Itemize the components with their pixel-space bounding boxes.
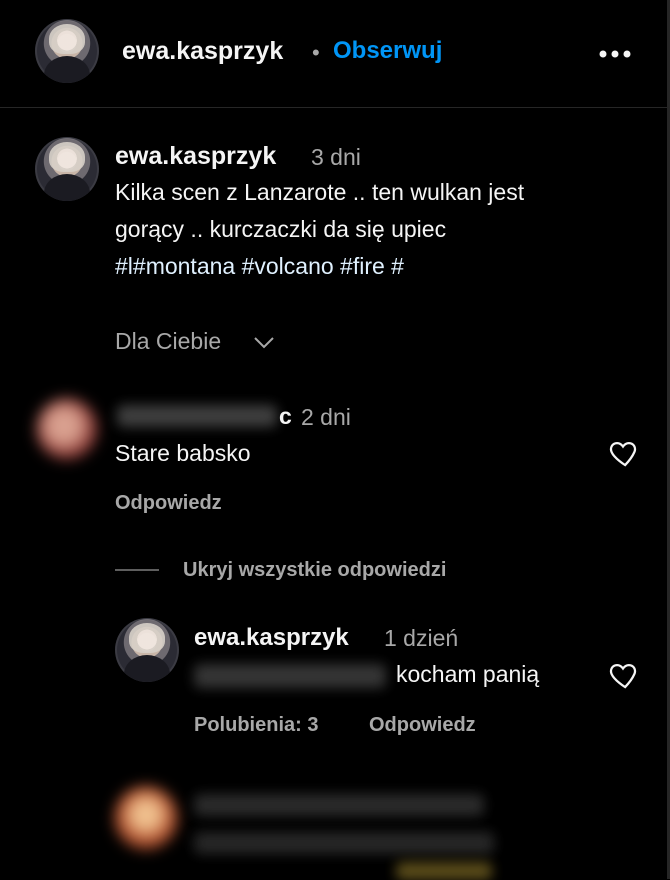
caption-username[interactable]: ewa.kasprzyk bbox=[115, 142, 276, 171]
hide-replies-button[interactable]: Ukryj wszystkie odpowiedzi bbox=[183, 559, 446, 582]
caption-avatar[interactable] bbox=[35, 137, 99, 201]
chevron-down-icon bbox=[254, 337, 274, 349]
more-icon[interactable] bbox=[597, 34, 633, 68]
caption-time: 3 dni bbox=[311, 144, 361, 170]
comment-reply-button[interactable]: Odpowiedz bbox=[115, 492, 222, 515]
heart-icon[interactable] bbox=[606, 658, 640, 692]
comment-text: Stare babsko bbox=[115, 440, 251, 466]
heart-icon[interactable] bbox=[606, 436, 640, 470]
comment-time: 2 dni bbox=[301, 404, 351, 430]
caption-line-1: Kilka scen z Lanzarote .. ten wulkan jes… bbox=[115, 179, 525, 205]
caption-hashtags[interactable]: #l#montana #volcano #fire # bbox=[115, 253, 404, 280]
reply-reply-button[interactable]: Odpowiedz bbox=[369, 714, 476, 737]
post-comments-panel: ewa.kasprzyk • Obserwuj ewa.kasprzyk 3 d… bbox=[0, 0, 670, 880]
sort-label: Dla Ciebie bbox=[115, 328, 222, 354]
comment-username-tail[interactable]: c bbox=[279, 403, 292, 430]
follow-button[interactable]: Obserwuj bbox=[333, 37, 442, 65]
replies-divider bbox=[115, 569, 159, 571]
sort-dropdown[interactable]: Dla Ciebie bbox=[115, 328, 285, 358]
header-avatar[interactable] bbox=[35, 19, 99, 83]
reply-time: 1 dzień bbox=[384, 625, 459, 651]
reply-username[interactable]: ewa.kasprzyk bbox=[194, 624, 349, 652]
comment-username-redacted bbox=[117, 405, 277, 427]
comment-avatar[interactable] bbox=[36, 398, 98, 460]
header-separator: • bbox=[312, 40, 320, 65]
reply-avatar[interactable] bbox=[115, 618, 179, 682]
header-username[interactable]: ewa.kasprzyk bbox=[122, 37, 283, 66]
post-header: ewa.kasprzyk • Obserwuj bbox=[0, 0, 667, 108]
reply-mention-redacted bbox=[194, 664, 386, 688]
caption-line-2: gorący .. kurczaczki da się upiec bbox=[115, 216, 447, 242]
reply-likes[interactable]: Polubienia: 3 bbox=[194, 714, 318, 737]
blurred-reply-username bbox=[194, 794, 484, 816]
blurred-reply-emoji bbox=[396, 862, 492, 880]
blurred-reply-text bbox=[194, 832, 494, 854]
reply-text: kocham panią bbox=[396, 661, 540, 687]
more-icon-glyph bbox=[599, 50, 631, 58]
blurred-reply-avatar bbox=[114, 786, 178, 850]
